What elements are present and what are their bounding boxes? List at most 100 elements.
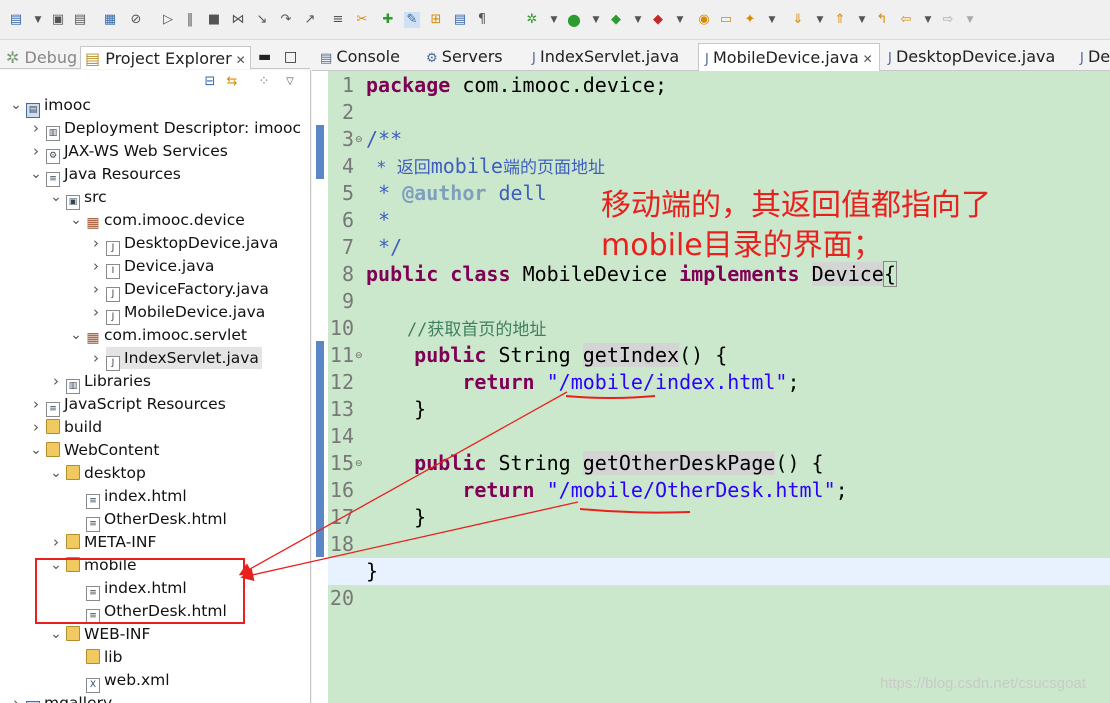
chevron-right-icon[interactable]: › — [90, 278, 102, 300]
tree-item[interactable]: ≡ OtherDesk.html — [86, 508, 227, 532]
editor-tab[interactable]: J De — [1074, 43, 1110, 71]
maximize-icon[interactable]: □ — [284, 46, 297, 69]
tree-item[interactable]: J DeviceFactory.java — [106, 278, 269, 302]
open-folder-icon[interactable]: ▭ — [718, 12, 734, 28]
step-over-icon[interactable]: ↷ — [278, 12, 294, 28]
chevron-down-icon[interactable]: ▼ — [546, 12, 562, 28]
tree-item[interactable]: mobile — [66, 554, 137, 576]
chevron-right-icon[interactable]: › — [30, 416, 42, 438]
chevron-down-icon[interactable]: ▼ — [30, 12, 46, 28]
resume-icon[interactable]: ▷ — [160, 12, 176, 28]
close-icon[interactable]: ✕ — [236, 53, 246, 67]
show-whitespace-icon[interactable]: ¶ — [474, 12, 490, 28]
skip-breakpoints-icon[interactable]: ⊘ — [128, 12, 144, 28]
back-icon[interactable]: ⇦ — [898, 12, 914, 28]
chevron-down-icon[interactable]: ⌄ — [30, 439, 42, 461]
view-menu-icon[interactable]: ▽ — [282, 74, 298, 90]
chevron-down-icon[interactable]: ⌄ — [70, 209, 82, 231]
format-icon[interactable]: ≡ — [330, 12, 346, 28]
tree-item[interactable]: ▥ Libraries — [66, 370, 151, 394]
new-server-icon[interactable]: ◉ — [696, 12, 712, 28]
tree-item[interactable]: ▣ src — [66, 186, 107, 210]
console-view-icon[interactable]: ▦ — [102, 12, 118, 28]
minimize-icon[interactable]: ▬ — [258, 46, 271, 69]
chevron-down-icon[interactable]: ▼ — [588, 12, 604, 28]
tree-item[interactable]: desktop — [66, 462, 146, 484]
editor-tab[interactable]: J IndexServlet.java — [526, 43, 685, 71]
tree-item[interactable]: ▤mgallery — [26, 692, 112, 703]
debug-icon[interactable]: ✲ — [524, 12, 540, 28]
refactor-icon[interactable]: ✂ — [354, 12, 370, 28]
link-with-editor-icon[interactable]: ⇆ — [224, 74, 240, 90]
view-filters-icon[interactable]: ⁘ — [256, 74, 272, 90]
step-return-icon[interactable]: ↗ — [302, 12, 318, 28]
run-config-icon[interactable]: ✚ — [380, 12, 396, 28]
save-icon[interactable]: ▣ — [50, 12, 66, 28]
chevron-down-icon[interactable]: ▼ — [854, 12, 870, 28]
tree-item[interactable]: ⚙ JAX-WS Web Services — [46, 140, 228, 164]
chevron-right-icon[interactable]: › — [90, 347, 102, 369]
open-task-icon[interactable]: ▤ — [452, 12, 468, 28]
fold-toggle-icon[interactable]: ⊖ — [355, 135, 363, 145]
external-tools-icon[interactable]: ◆ — [650, 12, 666, 28]
chevron-down-icon[interactable]: ⌄ — [50, 623, 62, 645]
tree-item[interactable]: J IndexServlet.java — [106, 347, 262, 371]
editor-tab[interactable]: ▤ Console — [314, 43, 406, 71]
collapse-all-icon[interactable]: ⊟ — [202, 74, 218, 90]
search-icon[interactable]: ✦ — [742, 12, 758, 28]
tree-item[interactable]: WebContent — [46, 439, 159, 461]
chevron-down-icon[interactable]: ⌄ — [50, 554, 62, 576]
chevron-down-icon[interactable]: ⌄ — [10, 94, 22, 116]
editor-tab[interactable]: J DesktopDevice.java — [882, 43, 1061, 71]
tree-item[interactable]: ▦ com.imooc.servlet — [86, 324, 247, 346]
chevron-right-icon[interactable]: › — [50, 531, 62, 553]
tree-item[interactable]: I Device.java — [106, 255, 214, 279]
chevron-down-icon[interactable]: ▼ — [764, 12, 780, 28]
save-all-icon[interactable]: ▤ — [72, 12, 88, 28]
fold-toggle-icon[interactable]: ⊖ — [355, 351, 363, 361]
tree-item[interactable]: WEB-INF — [66, 623, 150, 645]
tree-item[interactable]: ▦ com.imooc.device — [86, 209, 244, 231]
new-icon[interactable]: ▤ — [8, 12, 24, 28]
chevron-down-icon[interactable]: ▼ — [962, 12, 978, 28]
chevron-down-icon[interactable]: ▼ — [630, 12, 646, 28]
close-icon[interactable]: ✕ — [859, 52, 873, 66]
forward-icon[interactable]: ⇨ — [940, 12, 956, 28]
next-annotation-icon[interactable]: ⇓ — [790, 12, 806, 28]
tree-item[interactable]: lib — [86, 646, 122, 668]
chevron-right-icon[interactable]: › — [30, 140, 42, 162]
previous-annotation-icon[interactable]: ⇑ — [832, 12, 848, 28]
terminate-icon[interactable]: ■ — [206, 12, 222, 28]
chevron-down-icon[interactable]: ▼ — [812, 12, 828, 28]
chevron-right-icon[interactable]: › — [90, 301, 102, 323]
tree-item[interactable]: ≡ JavaScript Resources — [46, 393, 226, 417]
tree-item[interactable]: ≡ index.html — [86, 485, 187, 509]
tab-project-explorer[interactable]: ▤ Project Explorer ✕ — [80, 46, 251, 69]
coverage-icon[interactable]: ◆ — [608, 12, 624, 28]
highlight-icon[interactable]: ✎ — [404, 12, 420, 28]
open-type-icon[interactable]: ⊞ — [428, 12, 444, 28]
tree-item[interactable]: ▥ Deployment Descriptor: imooc — [46, 117, 301, 141]
suspend-icon[interactable]: ‖ — [182, 12, 198, 28]
run-icon[interactable]: ● — [566, 12, 582, 28]
step-into-icon[interactable]: ↘ — [254, 12, 270, 28]
fold-toggle-icon[interactable]: ⊖ — [355, 459, 363, 469]
editor-tab[interactable]: J MobileDevice.java ✕ — [698, 43, 880, 72]
tree-item[interactable]: J DesktopDevice.java — [106, 232, 278, 256]
tree-item[interactable]: Xweb.xml — [86, 669, 170, 693]
chevron-right-icon[interactable]: › — [90, 255, 102, 277]
chevron-down-icon[interactable]: ⌄ — [50, 186, 62, 208]
tree-item[interactable]: ▤ imooc — [26, 94, 91, 118]
chevron-down-icon[interactable]: ▼ — [672, 12, 688, 28]
chevron-right-icon[interactable]: › — [10, 692, 22, 703]
chevron-down-icon[interactable]: ⌄ — [70, 324, 82, 346]
chevron-right-icon[interactable]: › — [50, 370, 62, 392]
tab-debug[interactable]: ✲ Debug — [6, 46, 77, 69]
chevron-down-icon[interactable]: ⌄ — [50, 462, 62, 484]
chevron-right-icon[interactable]: › — [30, 393, 42, 415]
last-edit-icon[interactable]: ↰ — [874, 12, 890, 28]
chevron-right-icon[interactable]: › — [90, 232, 102, 254]
chevron-down-icon[interactable]: ▼ — [920, 12, 936, 28]
tree-item[interactable]: build — [46, 416, 102, 438]
chevron-right-icon[interactable]: › — [30, 117, 42, 139]
